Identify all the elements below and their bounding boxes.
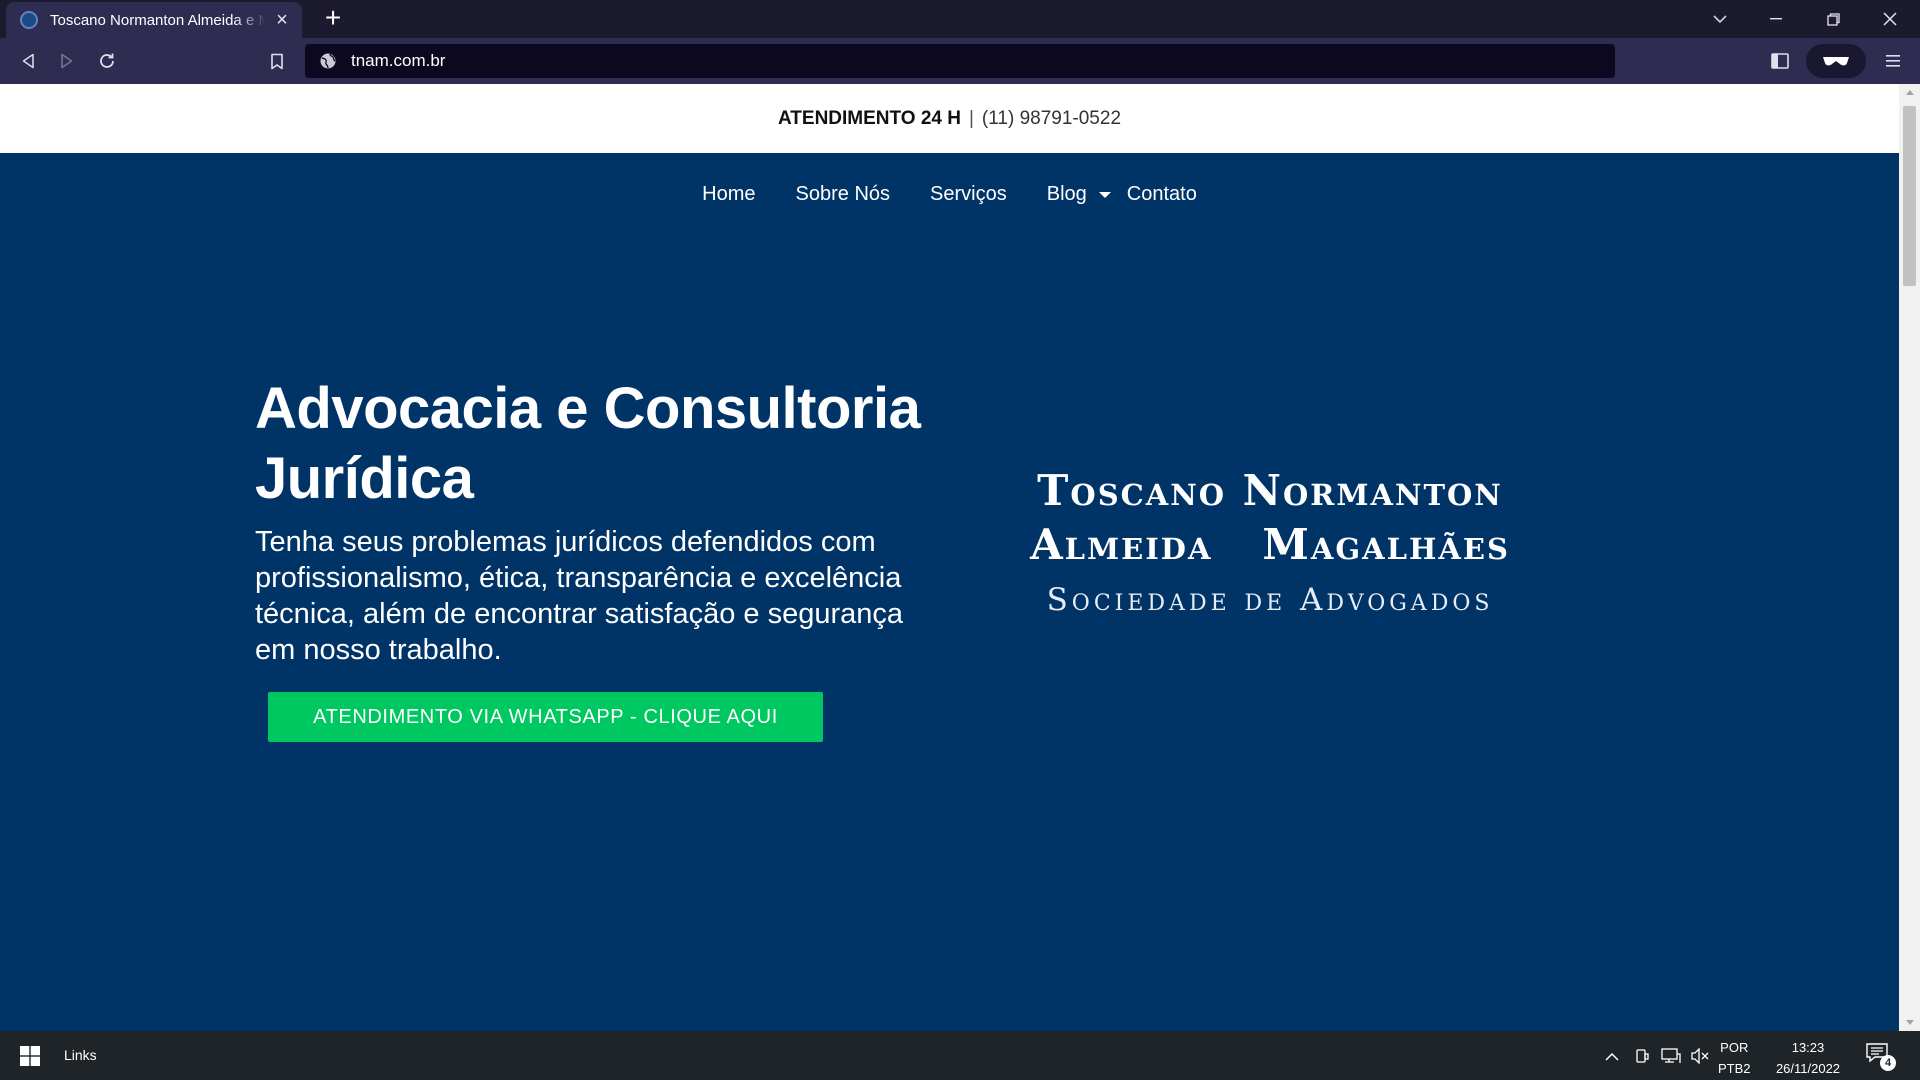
forward-icon[interactable]: [52, 46, 82, 76]
minimize-button[interactable]: [1752, 0, 1800, 38]
nav-item-home[interactable]: Home: [682, 183, 775, 206]
language-code: POR: [1720, 1040, 1749, 1055]
dropdown-caret-icon: [1098, 191, 1111, 198]
windows-start-icon[interactable]: [10, 1039, 50, 1073]
show-hidden-icons-chevron-icon[interactable]: [1601, 1045, 1623, 1067]
network-icon[interactable]: [1660, 1045, 1682, 1067]
phone-number-link[interactable]: (11) 98791-0522: [982, 108, 1121, 130]
site-info-globe-icon[interactable]: [319, 52, 337, 70]
volume-muted-icon[interactable]: [1689, 1045, 1711, 1067]
clock-time: 13:23: [1791, 1040, 1825, 1055]
windows-taskbar: Links POR PTB2 13:23 26/11/2022 4: [0, 1031, 1920, 1080]
support-24h-label: ATENDIMENTO 24 H: [777, 107, 961, 129]
nav-item-sobre-nos[interactable]: Sobre Nós: [776, 183, 911, 206]
back-icon[interactable]: [13, 46, 43, 76]
nav-item-blog[interactable]: Blog: [1027, 183, 1111, 206]
new-tab-button[interactable]: +: [318, 4, 348, 34]
logo-line-1: Toscano Normanton: [1037, 466, 1503, 515]
nav-item-blog-label: Blog: [1046, 183, 1087, 205]
browser-menu-icon[interactable]: [1878, 46, 1908, 76]
close-window-button[interactable]: [1866, 0, 1914, 38]
notification-count-badge: 4: [1880, 1055, 1896, 1071]
contact-topbar: ATENDIMENTO 24 H | (11) 98791-0522: [0, 84, 1899, 153]
links-toolbar[interactable]: Links: [64, 1047, 97, 1063]
tab-close-icon[interactable]: ×: [272, 9, 292, 32]
browser-tab[interactable]: Toscano Normanton Almeida e Magalhães ×: [6, 2, 302, 38]
whatsapp-cta-button[interactable]: ATENDIMENTO VIA WHATSAPP - CLIQUE AQUI: [268, 692, 823, 742]
nav-item-contato[interactable]: Contato: [1111, 183, 1217, 206]
clock-date: 26/11/2022: [1775, 1061, 1841, 1076]
tab-search-chevron-icon[interactable]: [1696, 0, 1744, 38]
input-language-indicator[interactable]: POR PTB2: [1718, 1037, 1751, 1079]
logo-line-3: Sociedade de Advogados: [1046, 582, 1494, 618]
restore-button[interactable]: [1809, 0, 1857, 38]
reload-icon[interactable]: [92, 46, 122, 76]
browser-tab-bar: Toscano Normanton Almeida e Magalhães × …: [0, 0, 1920, 38]
firm-logo: Toscano Normanton Almeida Magalhães Soci…: [960, 464, 1580, 626]
url-text: tnam.com.br: [351, 51, 446, 70]
brave-wallet-glasses-icon[interactable]: [1806, 44, 1866, 78]
browser-toolbar: tnam.com.br: [0, 38, 1920, 84]
scrollbar-thumb[interactable]: [1903, 106, 1916, 286]
keyboard-layout-code: PTB2: [1718, 1061, 1751, 1076]
sidebar-toggle-icon[interactable]: [1765, 46, 1795, 76]
topbar-separator: |: [968, 107, 974, 129]
action-center-button[interactable]: 4: [1866, 1043, 1896, 1071]
tab-title: Toscano Normanton Almeida e Magalhães: [50, 11, 266, 29]
scroll-down-arrow-icon[interactable]: [1899, 1014, 1920, 1031]
nav-item-servicos[interactable]: Serviços: [910, 183, 1027, 206]
address-bar[interactable]: tnam.com.br: [305, 44, 1615, 78]
taskbar-clock[interactable]: 13:23 26/11/2022: [1764, 1037, 1852, 1079]
hero-title: Advocacia e Consultoria Jurídica: [255, 376, 921, 511]
web-page: ATENDIMENTO 24 H | (11) 98791-0522 Home …: [0, 84, 1899, 1031]
page-scrollbar[interactable]: [1899, 84, 1920, 1031]
main-navigation: Home Sobre Nós Serviços Blog Contato: [0, 183, 1899, 206]
bookmark-icon[interactable]: [262, 46, 292, 76]
hero-subtitle: Tenha seus problemas jurídicos defendido…: [255, 526, 904, 666]
site-favicon-icon: [20, 11, 38, 29]
scroll-up-arrow-icon[interactable]: [1899, 84, 1920, 101]
logo-line-2: Almeida Magalhães: [1030, 520, 1510, 569]
device-tray-icon[interactable]: [1631, 1045, 1653, 1067]
